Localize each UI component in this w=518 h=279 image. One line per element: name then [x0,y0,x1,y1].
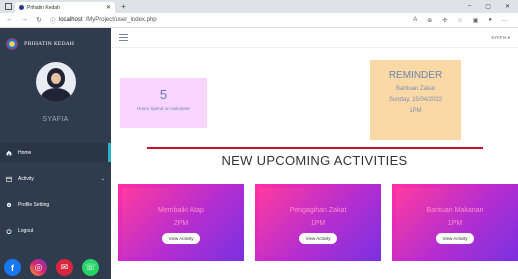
browser-tab[interactable]: Prihatin Kedah ✕ [15,2,115,13]
read-aloud-icon[interactable]: A [413,17,417,24]
new-tab-button[interactable]: + [121,2,126,11]
section-heading: NEW UPCOMING ACTIVITIES [221,153,408,168]
sidebar-item-label: Logout [18,227,34,234]
activity-name: Membaiki Atap [158,207,204,214]
maximize-button[interactable]: ▢ [485,3,491,10]
tab-close-icon[interactable]: ✕ [106,4,111,11]
reminder-event: Bantuan Zakat [395,86,436,92]
minimize-button[interactable]: – [468,3,471,10]
activity-cards: Membaiki Atap 2PM View Activity Pengagih… [118,184,518,261]
instagram-icon[interactable]: ◎ [30,259,47,276]
main-content: SYAFIA ▾ 5 Hours Spend on Volunteer REMI… [111,28,518,279]
activity-card: Membaiki Atap 2PM View Activity [118,184,244,261]
favicon-icon [19,5,24,10]
whatsapp-icon[interactable]: ☏ [82,259,99,276]
view-activity-button[interactable]: View Activity [161,233,201,244]
reminder-time: 1PM [409,108,422,114]
sidebar-item-label: Home [18,149,32,156]
reminder-title: REMINDER [388,70,443,81]
extensions-icon[interactable]: ✣ [442,17,447,24]
mail-icon[interactable]: ✉ [56,259,73,276]
address-bar: ← → ↻ ⓘ localhost/MyProject/user_index.p… [0,13,518,28]
brand-name: PRIHATIN KEDAH [24,41,75,47]
avatar [35,62,76,102]
social-links: f ◎ ✉ ☏ [4,259,99,276]
facebook-icon[interactable]: f [4,259,21,276]
forward-icon[interactable]: → [21,16,28,24]
calendar-icon [6,176,12,182]
browser-titlebar: Prihatin Kedah ✕ + – ▢ ✕ [0,0,518,13]
sidebar-username: SYAFIA [42,116,69,123]
url-path: /MyProject/user_index.php [85,17,157,23]
back-icon[interactable]: ← [6,16,13,24]
activity-name: Bantuan Makanan [426,207,484,214]
reminder-date: Sunday, 15/04/2022 [388,97,443,103]
power-icon [6,228,12,234]
favorite-icon[interactable]: ☆ [457,17,462,24]
sidebar: PRIHATIN KEDAH SYAFIA Home Activity ⌄ Pr… [0,28,111,279]
view-activity-button[interactable]: View Activity [298,233,338,244]
activity-card: Bantuan Makanan 1PM View Activity [392,184,518,261]
sidebar-item-profile-setting[interactable]: Profile Setting [0,195,111,214]
collections-icon[interactable]: ▣ [473,17,479,24]
sidebar-item-logout[interactable]: Logout [0,221,111,240]
activity-time: 2PM [173,220,189,227]
topbar: SYAFIA ▾ [111,28,518,48]
home-icon [6,150,12,155]
gear-icon [6,202,12,207]
activity-time: 1PM [310,220,326,227]
hamburger-menu-icon[interactable] [119,34,128,41]
divider [147,147,483,149]
hours-label: Hours Spend on Volunteer [137,106,190,111]
view-activity-button[interactable]: View Activity [435,233,475,244]
tab-title: Prihatin Kedah [27,4,60,11]
profile-icon[interactable]: ● [488,17,492,24]
reload-icon[interactable]: ↻ [36,16,42,24]
logo-icon [6,38,18,50]
url-host: localhost [58,17,83,23]
sidebar-item-home[interactable]: Home [0,143,111,162]
chevron-down-icon: ⌄ [100,175,105,182]
activity-card: Pengagihan Zakat 1PM View Activity [255,184,381,261]
activity-time: 1PM [447,220,463,227]
sidebar-item-activity[interactable]: Activity ⌄ [0,169,111,188]
hours-card: 5 Hours Spend on Volunteer [120,78,207,128]
zoom-icon[interactable]: ⊕ [427,17,432,24]
reminder-card: REMINDER Bantuan Zakat Sunday, 15/04/202… [370,60,461,140]
info-icon: ⓘ [49,18,56,25]
sidebar-item-label: Profile Setting [18,201,50,208]
url-field[interactable]: ⓘ localhost/MyProject/user_index.php [50,16,157,25]
more-icon[interactable]: … [502,17,508,24]
sidebar-item-label: Activity [18,175,34,182]
window-menu-icon[interactable] [5,3,12,10]
user-menu[interactable]: SYAFIA ▾ [491,35,510,41]
activity-name: Pengagihan Zakat [289,207,347,214]
close-window-button[interactable]: ✕ [505,3,510,10]
brand[interactable]: PRIHATIN KEDAH [0,28,111,60]
hours-value: 5 [159,87,168,102]
